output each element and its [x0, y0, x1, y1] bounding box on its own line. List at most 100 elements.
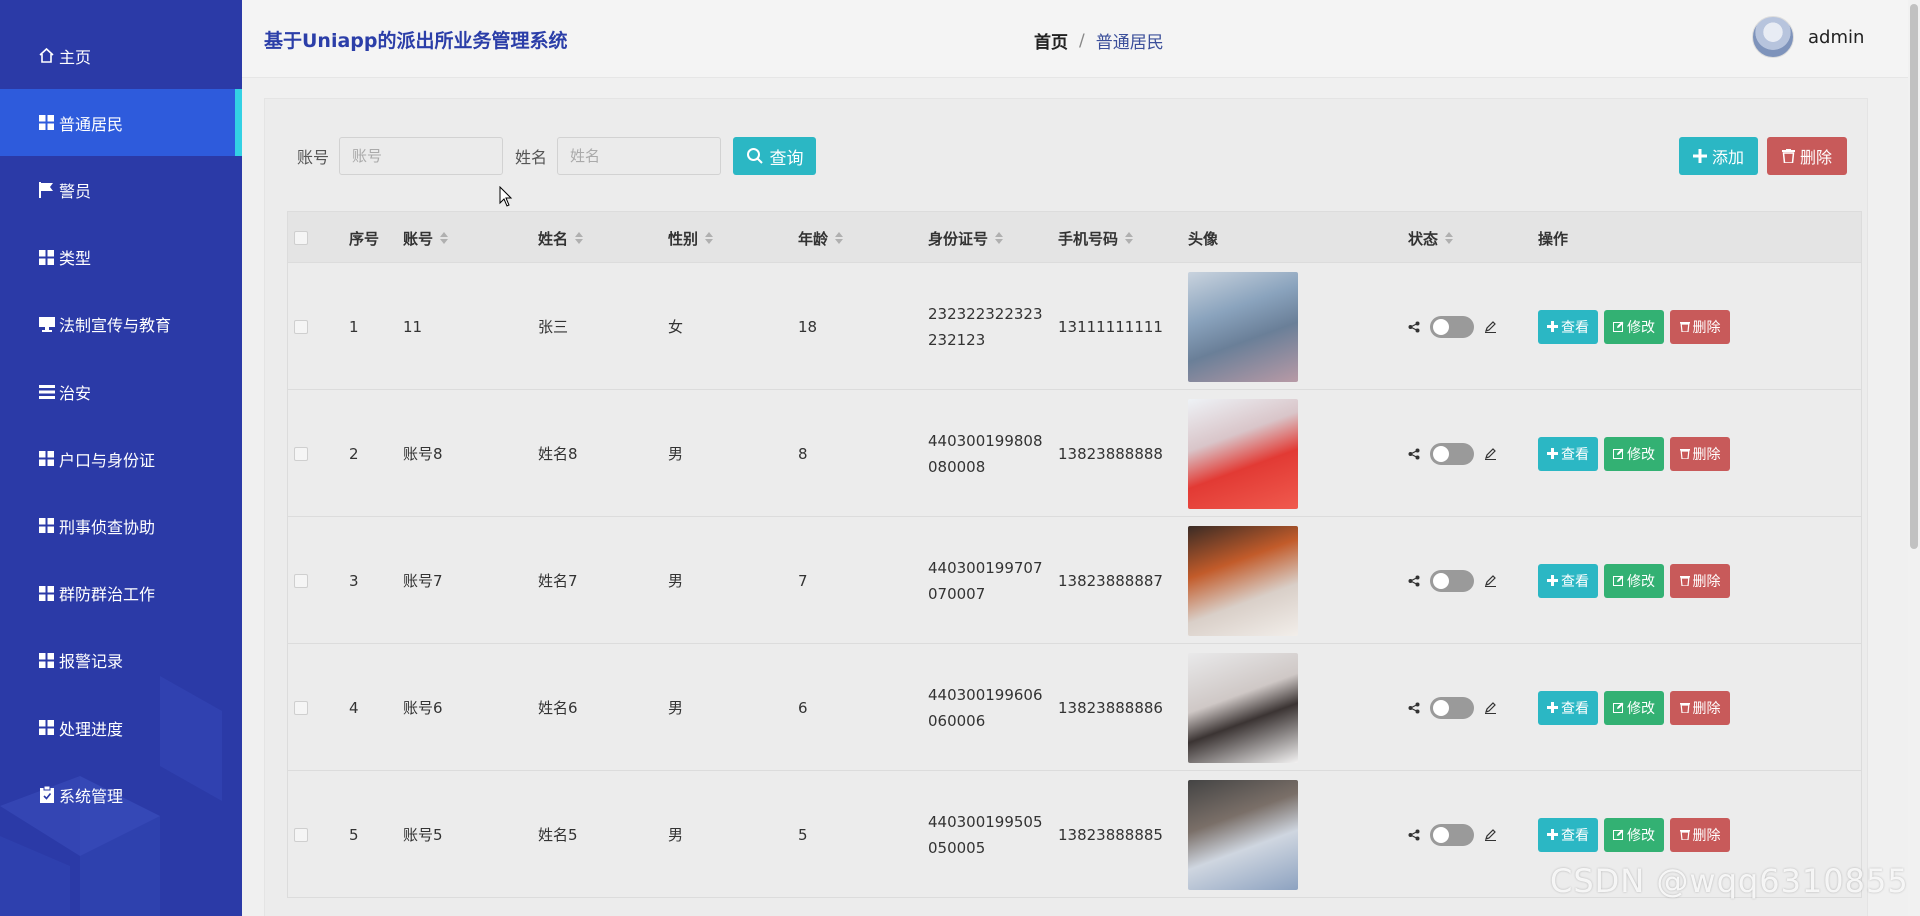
sort-icon[interactable]: [575, 232, 584, 244]
cell-index: 5: [349, 825, 359, 844]
pencil-icon[interactable]: [1484, 447, 1497, 460]
breadcrumb-home[interactable]: 首页: [1034, 28, 1068, 53]
sidebar-item[interactable]: 处理进度: [0, 694, 242, 761]
edit-button[interactable]: 修改: [1604, 817, 1664, 852]
edit-button[interactable]: 修改: [1604, 563, 1664, 598]
sidebar-item[interactable]: 法制宣传与教育: [0, 291, 242, 358]
grid-icon: [38, 719, 55, 736]
delete-button[interactable]: 删除: [1670, 690, 1730, 725]
sort-icon[interactable]: [1125, 232, 1134, 244]
col-status[interactable]: 状态: [1408, 212, 1454, 264]
share-icon[interactable]: [1408, 448, 1420, 460]
table-row: 4 账号6 姓名6 男 6 440300199606060006 13823888886 查…: [287, 644, 1862, 771]
delete-button-label: 删除: [1692, 319, 1721, 336]
edit-button[interactable]: 修改: [1604, 436, 1664, 471]
sidebar-item[interactable]: 主页: [0, 22, 242, 89]
sort-icon[interactable]: [1445, 232, 1454, 244]
sidebar-item[interactable]: 普通居民: [0, 89, 242, 157]
plus-icon: [1547, 321, 1558, 332]
sort-icon[interactable]: [705, 232, 714, 244]
status-toggle[interactable]: [1430, 823, 1474, 846]
col-phone-label: 手机号码: [1058, 229, 1119, 248]
pencil-icon[interactable]: [1484, 574, 1497, 587]
sort-icon[interactable]: [835, 232, 844, 244]
share-icon[interactable]: [1408, 575, 1420, 587]
name-label: 姓名: [515, 148, 548, 167]
username[interactable]: admin: [1808, 27, 1864, 48]
pencil-icon[interactable]: [1484, 320, 1497, 333]
cell-age: 7: [798, 571, 808, 590]
row-checkbox[interactable]: [294, 446, 308, 461]
cell-avatar: [1188, 390, 1298, 517]
cell-avatar: [1188, 263, 1298, 390]
user-avatar[interactable]: [1752, 16, 1794, 58]
share-icon[interactable]: [1408, 702, 1420, 714]
sort-icon[interactable]: [995, 232, 1004, 244]
sort-icon[interactable]: [440, 232, 449, 244]
batch-delete-button[interactable]: 删除: [1767, 137, 1847, 175]
resident-photo[interactable]: [1188, 779, 1298, 890]
sidebar-item[interactable]: 报警记录: [0, 627, 242, 694]
col-gender[interactable]: 性别: [668, 212, 714, 264]
row-checkbox[interactable]: [294, 700, 308, 715]
cell-name: 姓名5: [538, 826, 578, 844]
edit-button[interactable]: 修改: [1604, 309, 1664, 344]
row-checkbox[interactable]: [294, 827, 308, 842]
sidebar-item[interactable]: 治安: [0, 358, 242, 425]
sidebar-item[interactable]: 类型: [0, 224, 242, 291]
view-button[interactable]: 查看: [1538, 690, 1598, 725]
cell-account: 账号6: [403, 699, 443, 717]
query-button[interactable]: 查询: [733, 137, 817, 175]
delete-button[interactable]: 删除: [1670, 436, 1730, 471]
add-button[interactable]: 添加: [1679, 137, 1758, 175]
resident-photo[interactable]: [1188, 525, 1298, 636]
view-button[interactable]: 查看: [1538, 309, 1598, 344]
resident-photo[interactable]: [1188, 652, 1298, 763]
col-name[interactable]: 姓名: [538, 212, 584, 264]
sidebar-item[interactable]: 群防群治工作: [0, 560, 242, 627]
delete-button[interactable]: 删除: [1670, 563, 1730, 598]
sidebar-item-label: 类型: [59, 249, 92, 269]
view-button[interactable]: 查看: [1538, 436, 1598, 471]
status-toggle[interactable]: [1430, 315, 1474, 338]
status-toggle[interactable]: [1430, 442, 1474, 465]
edit-button[interactable]: 修改: [1604, 690, 1664, 725]
row-checkbox[interactable]: [294, 319, 308, 334]
row-checkbox[interactable]: [294, 573, 308, 588]
cell-avatar: [1188, 771, 1298, 898]
edit-button-label: 修改: [1627, 827, 1655, 844]
share-icon[interactable]: [1408, 829, 1420, 841]
scrollbar-thumb[interactable]: [1910, 4, 1918, 549]
cell-name: 张三: [538, 318, 569, 336]
resident-photo[interactable]: [1188, 271, 1298, 382]
sidebar-item[interactable]: 系统管理: [0, 761, 242, 828]
col-id-card[interactable]: 身份证号: [928, 212, 1004, 264]
account-search-input[interactable]: [339, 137, 504, 175]
sidebar-item[interactable]: 户口与身份证: [0, 425, 242, 492]
resident-photo[interactable]: [1188, 398, 1298, 509]
share-icon[interactable]: [1408, 321, 1420, 333]
user-menu[interactable]: admin: [1752, 16, 1864, 58]
row-select-cell: [294, 644, 308, 771]
col-phone[interactable]: 手机号码: [1058, 212, 1134, 264]
view-button[interactable]: 查看: [1538, 563, 1598, 598]
col-age[interactable]: 年龄: [798, 212, 844, 264]
status-toggle[interactable]: [1430, 569, 1474, 592]
cell-index: 3: [349, 571, 359, 590]
page-scrollbar[interactable]: [1908, 0, 1920, 916]
cell-age: 5: [798, 825, 808, 844]
sidebar-item[interactable]: 警员: [0, 156, 242, 223]
row-select-cell: [294, 771, 308, 898]
pencil-icon[interactable]: [1484, 701, 1497, 714]
view-button[interactable]: 查看: [1538, 817, 1598, 852]
status-toggle[interactable]: [1430, 696, 1474, 719]
sidebar-item-label: 治安: [59, 383, 92, 403]
select-all-checkbox[interactable]: [294, 231, 308, 245]
delete-button[interactable]: 删除: [1670, 309, 1730, 344]
pencil-icon[interactable]: [1484, 828, 1497, 841]
col-account[interactable]: 账号: [403, 212, 449, 264]
sidebar-item[interactable]: 刑事侦查协助: [0, 492, 242, 559]
name-search-input[interactable]: [557, 137, 722, 175]
delete-button[interactable]: 删除: [1670, 817, 1730, 852]
trash-icon: [1679, 449, 1690, 459]
